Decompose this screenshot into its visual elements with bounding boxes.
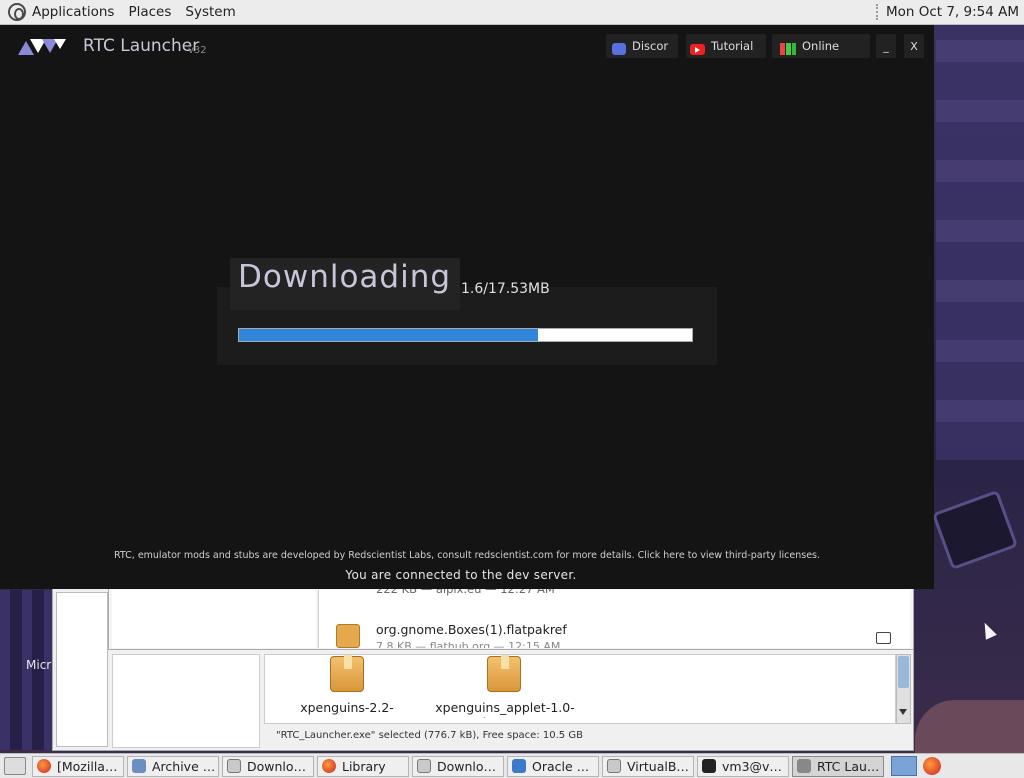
menu-applications[interactable]: Applications	[32, 4, 114, 20]
discord-label: Discor	[632, 39, 669, 53]
taskbar-item-oracle[interactable]: Oracle …	[507, 755, 599, 777]
discord-icon	[612, 43, 626, 55]
folder-icon[interactable]	[876, 632, 891, 644]
folder-icon	[607, 759, 621, 773]
tutorial-label: Tutorial	[711, 39, 754, 53]
taskbar-item-terminal[interactable]: vm3@v…	[697, 755, 789, 777]
folder-icon	[417, 759, 431, 773]
download-title: Downloading	[238, 259, 452, 295]
wallpaper-detail	[915, 700, 1024, 753]
terminal-icon	[702, 759, 716, 773]
rtc-icon	[797, 759, 811, 773]
package-icon[interactable]	[336, 624, 360, 648]
folder-icon	[227, 759, 241, 773]
show-desktop-button[interactable]	[4, 757, 26, 775]
virtualbox-icon	[512, 759, 526, 773]
online-status-icon	[780, 43, 796, 55]
taskbar: [Mozilla… Archive … Downlo… Library Down…	[0, 753, 1024, 778]
workspace-switcher[interactable]	[891, 756, 917, 776]
taskbar-item-virtualbox[interactable]: VirtualB…	[602, 755, 694, 777]
top-panel: Applications Places System Mon Oct 7, 9:…	[0, 0, 1024, 25]
desktop-icon-label[interactable]: Micr	[26, 658, 51, 672]
menu-places[interactable]: Places	[128, 4, 171, 20]
tutorial-button[interactable]: Tutorial	[686, 34, 766, 58]
window-title: RTC Launcher	[83, 36, 200, 56]
discord-button[interactable]: Discor	[606, 34, 678, 58]
menu-system[interactable]: System	[185, 4, 235, 20]
archive-icon	[132, 759, 146, 773]
applications-menu-icon[interactable]	[8, 3, 26, 21]
firefox-icon[interactable]	[923, 757, 941, 775]
taskbar-item-library[interactable]: Library	[317, 755, 409, 777]
taskbar-item-archive[interactable]: Archive …	[127, 755, 219, 777]
download-progress-fill	[239, 329, 538, 341]
taskbar-item-downloads[interactable]: Downlo…	[222, 755, 314, 777]
file-manager-sidebar	[112, 654, 260, 748]
scrollbar-thumb[interactable]	[898, 656, 909, 688]
status-bar: "RTC_Launcher.exe" selected (776.7 kB), …	[276, 730, 583, 741]
download-progress-bar	[238, 328, 693, 342]
online-button[interactable]: Online	[772, 34, 870, 58]
taskbar-item-rtc-launcher[interactable]: RTC Lau…	[792, 755, 884, 777]
file-row-name[interactable]: org.gnome.Boxes(1).flatpakref	[376, 622, 567, 637]
online-label: Online	[802, 39, 840, 53]
file-manager-sidebar	[56, 592, 108, 747]
taskbar-item-mozilla[interactable]: [Mozilla…	[32, 755, 124, 777]
rtc-logo-icon	[18, 39, 66, 55]
taskbar-item-downloads-2[interactable]: Downlo…	[412, 755, 504, 777]
version-label: v32	[188, 45, 207, 56]
file-row-meta: 7.8 KB — flathub.org — 12:15 AM	[376, 640, 561, 648]
file-manager-sidebar	[112, 590, 316, 648]
wallpaper-detail	[936, 40, 1024, 460]
server-status: You are connected to the dev server.	[345, 568, 577, 582]
rtc-launcher-window: RTC Launcher v32 Discor Tutorial Online …	[0, 25, 934, 589]
firefox-icon	[37, 759, 51, 773]
package-icon[interactable]	[330, 655, 364, 692]
minimize-button[interactable]: _	[876, 34, 896, 58]
firefox-icon	[322, 759, 336, 773]
credits-link[interactable]: RTC, emulator mods and stubs are develop…	[0, 550, 934, 561]
youtube-icon	[690, 43, 705, 55]
package-icon[interactable]	[487, 655, 521, 692]
clock[interactable]: Mon Oct 7, 9:54 AM	[886, 4, 1019, 20]
download-size: 1.6/17.53MB	[461, 281, 550, 297]
file-icon-label[interactable]: xpenguins_applet-1.0-1.i386.rpm	[430, 700, 580, 718]
scroll-down-icon[interactable]	[899, 709, 907, 715]
close-button[interactable]: X	[904, 34, 924, 58]
panel-separator	[875, 4, 878, 20]
file-icon-label[interactable]: xpenguins-2.2-1.src.rpm	[272, 700, 422, 718]
